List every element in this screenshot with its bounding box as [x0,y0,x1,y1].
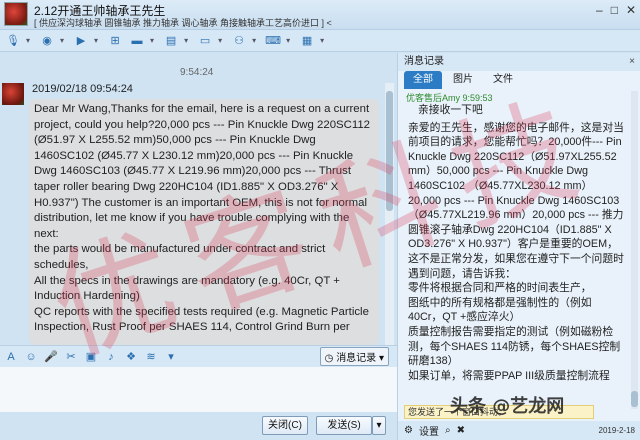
emoji-icon[interactable]: ☺ [24,351,38,363]
chat-scrollbar-thumb[interactable] [386,91,393,211]
panel-footer: ⚙ 设置 ⌕ ✖ 2019-2-18 [398,421,640,440]
font-icon[interactable]: A [4,351,18,363]
record-paragraph: 图纸中的所有规格都是强制性的（例如40Cr，QT +感应淬火） [408,296,592,324]
record-body: 亲接收一下吧 亲爱的王先生，感谢您的电子邮件，这是对当前项目的请求，您能帮忙吗？… [408,103,624,403]
contact-avatar[interactable] [4,2,28,26]
message-paragraph: QC reports with the specified tests requ… [34,305,369,334]
clock-icon: ◷ [324,353,337,364]
message-input[interactable] [0,367,397,412]
message-paragraph: All the specs in the drawings are mandat… [34,274,340,303]
dropdown-arrow-icon[interactable]: ▾ [94,36,98,45]
gift-icon[interactable]: ❖ [124,350,138,363]
message-record-panel: 消息记录 × 全部 图片 文件 优客售后Amy 9:59:53 亲接收一下吧 亲… [397,53,640,440]
bottom-bar: 关闭(C) 发送(S) ▾ [0,412,397,440]
music-icon[interactable]: ♪ [104,351,118,363]
message-bubble: Dear Mr Wang,Thanks for the email, here … [29,99,379,345]
window-controls: – □ ✕ [596,3,636,17]
camera-icon[interactable]: ◉ [38,32,56,50]
send-button[interactable]: 发送(S) [316,416,372,435]
record-paragraph: 亲爱的王先生，感谢您的电子邮件，这是对当前项目的请求，您能帮忙吗？20,000件… [408,121,624,280]
dropdown-arrow-icon[interactable]: ▾ [150,36,154,45]
dropdown-arrow-icon[interactable]: ▾ [252,36,256,45]
panel-title: 消息记录 [404,56,444,67]
panel-scrollbar[interactable] [631,91,638,409]
close-button[interactable]: 关闭(C) [262,416,308,435]
dropdown-arrow-icon[interactable]: ▾ [184,36,188,45]
keyboard-icon[interactable]: ⌨ [264,32,282,50]
chat-history[interactable]: 9:54:24 2019/02/18 09:54:24 Dear Mr Wang… [0,53,397,345]
time-separator: 9:54:24 [180,67,214,78]
message-record-button[interactable]: ◷ 消息记录 ▾ [319,347,389,366]
record-paragraph: 质量控制报告需要指定的测试（例如磁粉检测，每个SHAES 114防锈，每个SHA… [408,325,621,368]
mic-icon[interactable]: 🎙 [4,32,22,50]
folder-icon[interactable]: ▬ [128,32,146,50]
tab-files[interactable]: 文件 [484,71,522,89]
dropdown-arrow-icon[interactable]: ▾ [218,36,222,45]
settings-icon[interactable]: ⚙ [404,425,413,436]
screen-share-icon[interactable]: ⊞ [106,32,124,50]
maximize-icon[interactable]: □ [611,3,618,17]
close-icon[interactable]: ✕ [626,3,636,17]
message-paragraph: the parts would be manufactured under co… [34,243,326,271]
monitor-icon[interactable]: ▭ [196,32,214,50]
group-icon[interactable]: ⚇ [230,32,248,50]
screenshot-icon[interactable]: ✂ [64,350,78,363]
send-options-button[interactable]: ▾ [372,416,386,435]
chat-scrollbar[interactable] [385,83,394,345]
app-icon[interactable]: ▤ [162,32,180,50]
record-first-line: 亲接收一下吧 [418,104,483,116]
more-tools-icon[interactable]: ▾ [164,350,178,363]
tab-all[interactable]: 全部 [404,71,442,89]
sender-line: 2019/02/18 09:54:24 [32,83,133,95]
panel-header: 消息记录 × [398,53,640,71]
delete-icon[interactable]: ✖ [457,425,465,436]
video-icon[interactable]: ▶ [72,32,90,50]
panel-scrollbar-thumb[interactable] [631,391,638,407]
image-icon[interactable]: ▣ [84,350,98,363]
title-bar: 2.12开通王帅轴承王先生 [ 供应深沟球轴承 圆锥轴承 推力轴承 调心轴承 角… [0,0,640,30]
sender-avatar[interactable] [2,83,24,105]
minimize-icon[interactable]: – [596,3,603,17]
shake-icon[interactable]: ≋ [144,350,158,363]
message-paragraph: Dear Mr Wang,Thanks for the email, here … [34,103,371,240]
settings-label[interactable]: 设置 [419,423,439,438]
window-subtitle: [ 供应深沟球轴承 圆锥轴承 推力轴承 调心轴承 角接触轴承工艺高价进口 ] < [34,18,332,28]
panel-close-icon[interactable]: × [629,53,635,71]
more-icon[interactable]: ▦ [298,32,316,50]
record-paragraph: 如果订单，将需要PPAP III级质量控制流程 [408,369,610,382]
dropdown-arrow-icon[interactable]: ▾ [320,36,324,45]
record-paragraph: 零件将根据合同和严格的时间表生产， [408,282,592,295]
dropdown-arrow-icon[interactable]: ▾ [60,36,64,45]
shake-notice: 您发送了一个窗口抖动。 [404,405,594,419]
chat-toolbar: 🎙 ▾ ◉ ▾ ▶ ▾ ⊞ ▬ ▾ ▤ ▾ ▭ ▾ ⚇ ▾ ⌨ ▾ ▦ ▾ [0,30,640,52]
footer-date: 2019-2-18 [598,426,635,435]
voice-icon[interactable]: 🎤 [44,350,58,363]
panel-tabs: 全部 图片 文件 [398,71,640,89]
dropdown-arrow-icon[interactable]: ▾ [286,36,290,45]
input-toolbar: A ☺ 🎤 ✂ ▣ ♪ ❖ ≋ ▾ ◷ 消息记录 ▾ [0,345,397,367]
search-icon[interactable]: ⌕ [445,425,451,436]
dropdown-arrow-icon[interactable]: ▾ [26,36,30,45]
message-record-label: 消息记录 [336,353,377,364]
tab-images[interactable]: 图片 [444,71,482,89]
